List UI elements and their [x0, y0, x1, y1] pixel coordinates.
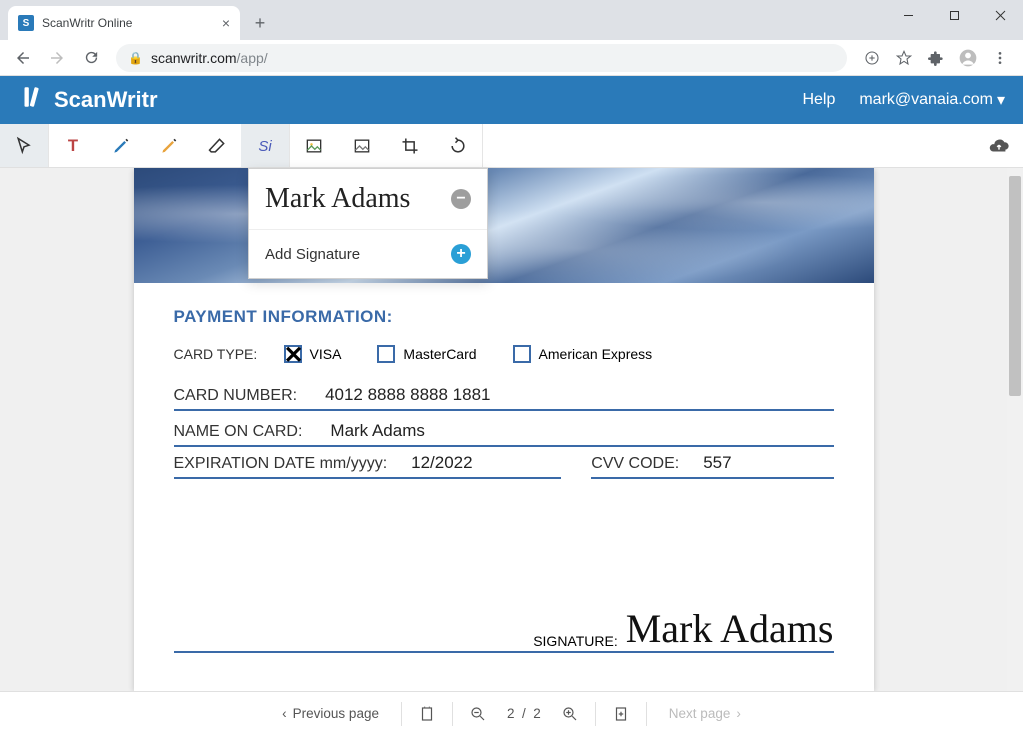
document-banner-image	[134, 168, 874, 283]
document-page: PAYMENT INFORMATION: CARD TYPE: VISA Mas…	[134, 168, 874, 691]
cvv-value: 557	[703, 453, 731, 473]
add-icon[interactable]: +	[451, 244, 471, 264]
card-number-value: 4012 8888 8888 1881	[325, 385, 490, 405]
chevron-right-icon: ›	[736, 706, 741, 721]
section-title: PAYMENT INFORMATION:	[174, 307, 834, 327]
card-type-visa[interactable]: VISA	[284, 345, 342, 363]
tab-title: ScanWritr Online	[42, 16, 214, 30]
zoom-icon[interactable]	[857, 43, 887, 73]
add-page-button[interactable]	[606, 705, 636, 723]
app-name: ScanWritr	[54, 87, 158, 113]
tab-favicon: S	[18, 15, 34, 31]
browser-toolbar: 🔒 scanwritr.com/app/	[0, 40, 1023, 76]
eraser-tool[interactable]	[193, 124, 241, 167]
page-indicator: 2 / 2	[507, 706, 541, 721]
help-link[interactable]: Help	[802, 90, 835, 110]
address-bar[interactable]: 🔒 scanwritr.com/app/	[116, 44, 847, 72]
expiration-value: 12/2022	[411, 453, 472, 473]
profile-icon[interactable]	[953, 43, 983, 73]
checkbox-checked-icon	[284, 345, 302, 363]
back-button[interactable]	[8, 43, 38, 73]
app-logo[interactable]: ScanWritr	[18, 84, 158, 116]
pager-bar: ‹ Previous page 2 / 2 Next page ›	[0, 691, 1023, 735]
document-canvas[interactable]: PAYMENT INFORMATION: CARD TYPE: VISA Mas…	[0, 168, 1007, 691]
browser-tab[interactable]: S ScanWritr Online ×	[8, 6, 240, 40]
close-window-button[interactable]	[977, 0, 1023, 30]
window-controls	[885, 0, 1023, 30]
browser-titlebar: S ScanWritr Online × +	[0, 0, 1023, 40]
app-toolbar: T Si Mark Adams − Add Signature +	[0, 124, 1023, 168]
image-tool[interactable]	[290, 124, 338, 167]
card-number-label: CARD NUMBER:	[174, 387, 312, 405]
remove-signature-icon[interactable]: −	[451, 189, 471, 209]
user-menu[interactable]: mark@vanaia.com ▾	[859, 90, 1005, 110]
cvv-label: CVV CODE:	[591, 455, 693, 473]
signature-option[interactable]: Mark Adams −	[249, 169, 487, 230]
previous-page-button[interactable]: ‹ Previous page	[270, 700, 391, 727]
bookmark-icon[interactable]	[889, 43, 919, 73]
card-type-amex[interactable]: American Express	[513, 345, 653, 363]
maximize-button[interactable]	[931, 0, 977, 30]
signature-dropdown: Mark Adams − Add Signature +	[248, 168, 488, 279]
signature-label: SIGNATURE:	[533, 633, 618, 649]
checkbox-icon	[513, 345, 531, 363]
lock-icon: 🔒	[128, 51, 143, 65]
card-type-mastercard[interactable]: MasterCard	[377, 345, 476, 363]
url-text: scanwritr.com/app/	[151, 50, 268, 66]
add-signature-button[interactable]: Add Signature +	[249, 230, 487, 278]
next-page-button[interactable]: Next page ›	[657, 700, 753, 727]
reload-button[interactable]	[76, 43, 106, 73]
signature-image: Mark Adams	[626, 609, 834, 649]
tab-close-icon[interactable]: ×	[222, 15, 230, 31]
add-signature-label: Add Signature	[265, 246, 360, 263]
menu-icon[interactable]	[985, 43, 1015, 73]
scrollbar-thumb[interactable]	[1009, 176, 1021, 396]
checkbox-icon	[377, 345, 395, 363]
text-tool[interactable]: T	[49, 124, 97, 167]
forward-button[interactable]	[42, 43, 72, 73]
logo-icon	[18, 84, 44, 116]
marker-tool[interactable]	[145, 124, 193, 167]
vertical-scrollbar[interactable]	[1007, 168, 1023, 691]
cloud-export-button[interactable]	[975, 124, 1023, 167]
gallery-tool[interactable]	[338, 124, 386, 167]
rotate-tool[interactable]	[434, 124, 482, 167]
signature-tool[interactable]: Si	[241, 124, 289, 167]
extensions-icon[interactable]	[921, 43, 951, 73]
minimize-button[interactable]	[885, 0, 931, 30]
expiration-label: EXPIRATION DATE mm/yyyy:	[174, 455, 402, 473]
signature-preview: Mark Adams	[265, 183, 410, 215]
svg-text:Si: Si	[258, 138, 272, 155]
zoom-out-button[interactable]	[463, 705, 493, 723]
name-on-card-value: Mark Adams	[330, 421, 424, 441]
new-tab-button[interactable]: +	[246, 9, 274, 37]
chevron-left-icon: ‹	[282, 706, 287, 721]
chevron-down-icon: ▾	[997, 90, 1005, 110]
svg-text:T: T	[68, 136, 78, 155]
card-type-label: CARD TYPE:	[174, 346, 284, 362]
fit-page-button[interactable]	[412, 705, 442, 723]
crop-tool[interactable]	[386, 124, 434, 167]
name-on-card-label: NAME ON CARD:	[174, 423, 317, 441]
user-email: mark@vanaia.com	[859, 91, 993, 109]
pen-tool[interactable]	[97, 124, 145, 167]
cursor-tool[interactable]	[0, 124, 48, 167]
zoom-in-button[interactable]	[555, 705, 585, 723]
app-header: ScanWritr Help mark@vanaia.com ▾	[0, 76, 1023, 124]
